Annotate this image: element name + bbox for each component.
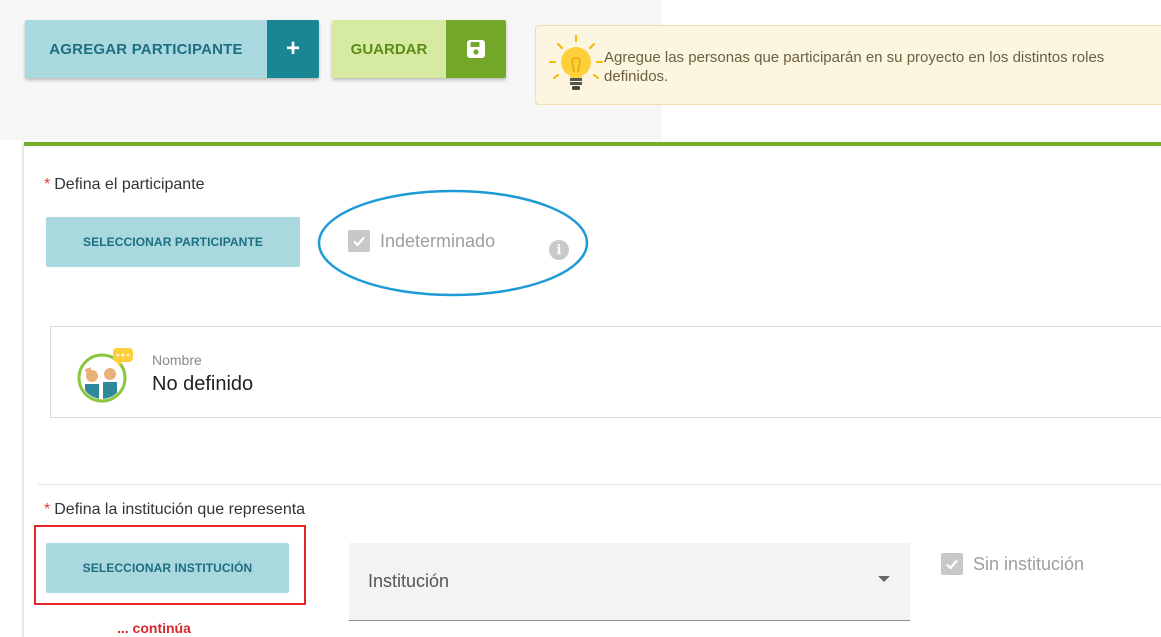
hint-box: Agregue las personas que participarán en… xyxy=(535,25,1161,105)
add-participant-button[interactable]: AGREGAR PARTICIPANTE + xyxy=(25,20,319,78)
save-button[interactable]: GUARDAR xyxy=(332,20,506,78)
dropdown-arrow-icon xyxy=(878,576,890,582)
checkbox-check-icon xyxy=(348,230,370,252)
required-mark: * xyxy=(44,176,51,193)
indeterminate-checkbox[interactable]: Indeterminado xyxy=(348,230,495,252)
lightbulb-icon xyxy=(546,34,606,100)
participant-label-text: Defina el participante xyxy=(54,176,205,193)
no-institution-checkbox[interactable]: Sin institución xyxy=(941,553,1084,575)
name-value: No definido xyxy=(152,373,254,395)
checkbox-check-icon xyxy=(941,553,963,575)
continues-annotation: ... continúa xyxy=(117,620,191,636)
participant-section-label: * Defina el participante xyxy=(44,176,205,194)
plus-icon: + xyxy=(267,20,319,78)
required-mark: * xyxy=(44,501,51,518)
participant-card: Nombre No definido xyxy=(50,326,1161,418)
info-icon[interactable]: i xyxy=(549,240,569,260)
institution-label-text: Defina la institución que representa xyxy=(54,501,306,518)
select-participant-button[interactable]: SELECCIONAR PARTICIPANTE xyxy=(46,217,300,267)
institution-section-label: * Defina la institución que representa xyxy=(44,501,305,519)
institution-select[interactable]: Institución xyxy=(349,543,910,621)
no-institution-label: Sin institución xyxy=(973,553,1085,574)
floppy-disk-icon xyxy=(446,20,506,78)
hint-text: Agregue las personas que participarán en… xyxy=(604,49,1105,85)
save-label: GUARDAR xyxy=(350,40,428,58)
add-participant-label: AGREGAR PARTICIPANTE xyxy=(49,40,243,58)
institution-placeholder: Institución xyxy=(368,571,450,591)
participant-avatar-icon xyxy=(77,344,137,404)
name-label: Nombre xyxy=(152,352,202,368)
indeterminate-label: Indeterminado xyxy=(380,230,496,251)
section-divider xyxy=(38,484,1161,485)
select-institution-button[interactable]: SELECCIONAR INSTITUCIÓN xyxy=(46,543,289,593)
